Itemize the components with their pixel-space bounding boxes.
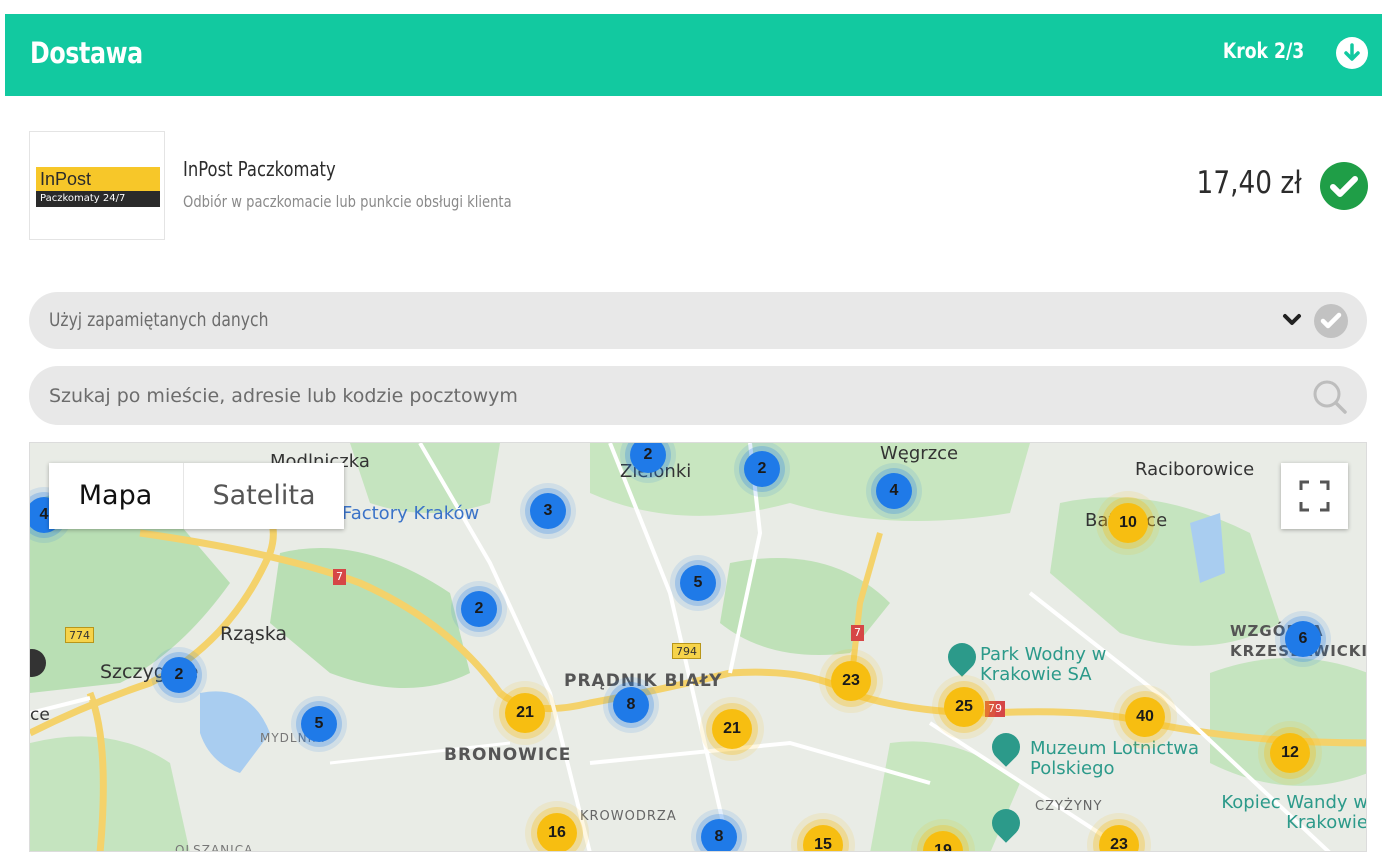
district-label: PRĄDNIK BIAŁY [564,671,723,691]
poi-label: Factory Kraków [342,503,480,524]
pickup-cluster-marker[interactable]: 4 [876,473,912,509]
delivery-option-price: 17,40 zł [1196,165,1302,201]
road-number-badge: 79 [985,701,1005,717]
place-label: ce [30,705,50,725]
search-input[interactable] [49,366,1289,425]
district-label: KROWODRZA [580,809,677,824]
place-label: Raciborowice [1135,459,1255,480]
pickup-cluster-marker[interactable]: 25 [944,687,984,727]
checkout-delivery-section: Dostawa Krok 2/3 InPost Paczkomaty 24/7 … [0,0,1382,852]
check-circle-icon [1314,304,1348,338]
delivery-option-name: InPost Paczkomaty [183,157,336,181]
satellite-view-button[interactable]: Satelita [183,463,344,529]
search-icon[interactable] [1311,378,1349,421]
pickup-cluster-marker[interactable]: 2 [461,591,497,627]
road-number-badge: 774 [65,627,94,643]
pickup-cluster-marker[interactable]: 21 [712,709,752,749]
place-label: Węgrzce [880,443,959,464]
road-number-badge: 794 [672,643,701,659]
logo-brand: InPost [40,169,92,189]
road-number-badge: 7 [333,569,346,585]
district-label: BRONOWICE [444,745,572,765]
saved-data-select[interactable]: Użyj zapamiętanych danych [29,292,1367,349]
poi-label: Kopiec Wandy w Krakowie [1221,792,1367,833]
delivery-option-description: Odbiór w paczkomacie lub punkcie obsługi… [183,192,512,211]
pickup-cluster-marker[interactable]: 12 [1270,733,1310,773]
map-type-toggle: Mapa Satelita [49,463,344,529]
pickup-cluster-marker[interactable]: 6 [1285,621,1321,657]
chevron-down-circle-icon[interactable] [1336,37,1368,69]
pickup-point-search[interactable] [29,366,1367,425]
pickup-points-map[interactable]: Modlniczka Zielonki Węgrzce Raciborowice… [29,442,1367,852]
check-circle-icon[interactable] [1320,162,1368,210]
fullscreen-icon[interactable] [1281,463,1348,529]
section-title: Dostawa [30,36,143,70]
step-indicator: Krok 2/3 [1222,39,1304,63]
pickup-cluster-marker[interactable]: 8 [613,687,649,723]
place-label: Rząska [220,623,288,645]
pickup-cluster-marker[interactable]: 40 [1125,697,1165,737]
pickup-cluster-marker[interactable]: 8 [701,819,737,851]
poi-label: Muzeum Lotnictwa Polskiego [1030,738,1200,779]
saved-data-label: Użyj zapamiętanych danych [49,309,269,331]
poi-label: Park Wodny w Krakowie SA [980,644,1107,685]
road-number-badge: 7 [851,625,864,641]
pickup-cluster-marker[interactable]: 10 [1108,503,1148,543]
pickup-cluster-marker[interactable]: 3 [530,493,566,529]
pickup-cluster-marker[interactable]: 5 [301,706,337,742]
logo-tagline: Paczkomaty 24/7 [36,191,160,207]
pickup-cluster-marker[interactable]: 2 [744,451,780,487]
pickup-cluster-marker[interactable]: 2 [161,657,197,693]
pickup-cluster-marker[interactable]: 21 [505,693,545,733]
pickup-cluster-marker[interactable]: 5 [680,565,716,601]
map-view-button[interactable]: Mapa [49,463,182,529]
chevron-down-icon[interactable] [1281,310,1303,335]
delivery-header[interactable]: Dostawa Krok 2/3 [5,14,1382,96]
district-label: OLSZANICA [175,843,254,852]
inpost-logo: InPost Paczkomaty 24/7 [29,131,165,240]
district-label: CZYŻYNY [1035,799,1103,814]
pickup-cluster-marker[interactable]: 23 [831,661,871,701]
pickup-cluster-marker[interactable]: 16 [537,813,577,851]
